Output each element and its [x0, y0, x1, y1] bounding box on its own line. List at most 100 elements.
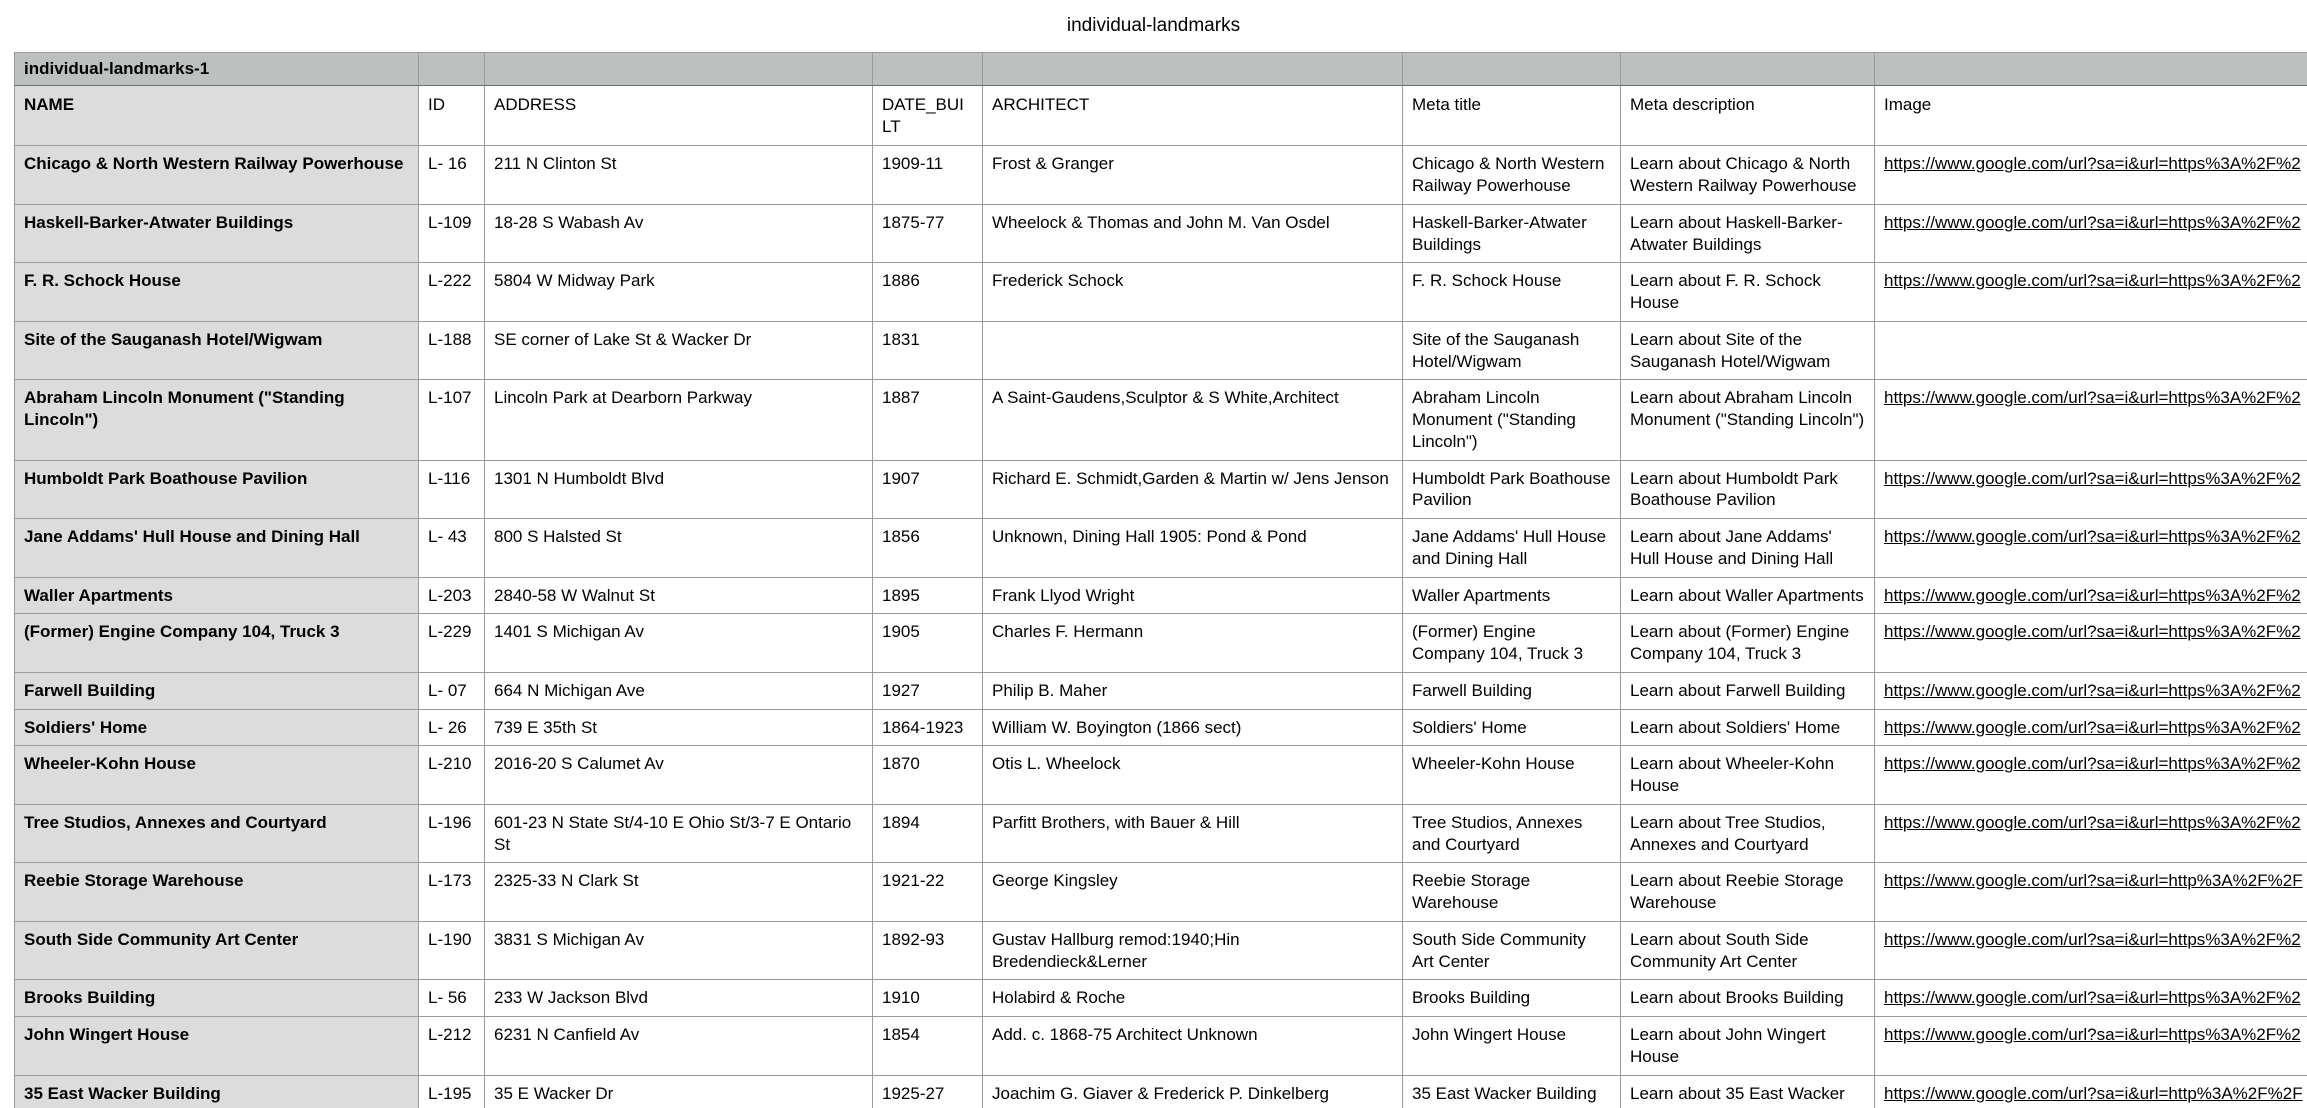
- cell-address[interactable]: 211 N Clinton St: [484, 145, 873, 205]
- cell-architect[interactable]: George Kingsley: [982, 862, 1403, 922]
- cell-architect[interactable]: Philip B. Maher: [982, 671, 1403, 710]
- cell-date-built[interactable]: 1910: [872, 979, 983, 1017]
- cell-address[interactable]: Lincoln Park at Dearborn Parkway: [484, 379, 873, 461]
- cell-meta-title[interactable]: Waller Apartments: [1402, 576, 1621, 615]
- cell-name[interactable]: Jane Addams' Hull House and Dining Hall: [14, 518, 419, 578]
- cell-id[interactable]: L-195: [418, 1074, 485, 1108]
- cell-meta-title[interactable]: Jane Addams' Hull House and Dining Hall: [1402, 518, 1621, 578]
- cell-id[interactable]: L- 56: [418, 979, 485, 1017]
- image-url-link[interactable]: https://www.google.com/url?sa=i&url=http…: [1884, 1024, 2301, 1046]
- cell-date-built[interactable]: 1854: [872, 1016, 983, 1076]
- image-url-link[interactable]: https://www.google.com/url?sa=i&url=http…: [1884, 753, 2301, 775]
- cell-date-built[interactable]: 1892-93: [872, 920, 983, 981]
- cell-date-built[interactable]: 1921-22: [872, 862, 983, 922]
- cell-id[interactable]: L-203: [418, 576, 485, 615]
- column-header-address[interactable]: ADDRESS: [484, 84, 873, 147]
- cell-meta-description[interactable]: Learn about Tree Studios, Annexes and Co…: [1620, 803, 1875, 864]
- image-url-link[interactable]: https://www.google.com/url?sa=i&url=http…: [1884, 717, 2301, 739]
- cell-name[interactable]: Reebie Storage Warehouse: [14, 862, 419, 922]
- cell-name[interactable]: Soldiers' Home: [14, 708, 419, 747]
- image-url-link[interactable]: https://www.google.com/url?sa=i&url=http…: [1884, 526, 2301, 548]
- cell-id[interactable]: L-116: [418, 459, 485, 519]
- cell-id[interactable]: L-188: [418, 320, 485, 381]
- cell-name[interactable]: Wheeler-Kohn House: [14, 745, 419, 805]
- cell-meta-description[interactable]: Learn about Site of the Sauganash Hotel/…: [1620, 320, 1875, 381]
- cell-name[interactable]: 35 East Wacker Building: [14, 1074, 419, 1108]
- cell-meta-title[interactable]: Abraham Lincoln Monument ("Standing Linc…: [1402, 379, 1621, 461]
- image-url-link[interactable]: https://www.google.com/url?sa=i&url=http…: [1884, 929, 2301, 951]
- cell-meta-title[interactable]: (Former) Engine Company 104, Truck 3: [1402, 613, 1621, 673]
- cell-meta-description[interactable]: Learn about Farwell Building: [1620, 671, 1875, 710]
- cell-name[interactable]: Haskell-Barker-Atwater Buildings: [14, 203, 419, 264]
- cell-date-built[interactable]: 1887: [872, 379, 983, 461]
- cell-architect[interactable]: Parfitt Brothers, with Bauer & Hill: [982, 803, 1403, 864]
- cell-id[interactable]: L- 26: [418, 708, 485, 747]
- cell-architect[interactable]: Richard E. Schmidt,Garden & Martin w/ Je…: [982, 459, 1403, 519]
- cell-address[interactable]: 18-28 S Wabash Av: [484, 203, 873, 264]
- cell-id[interactable]: L-109: [418, 203, 485, 264]
- cell-name[interactable]: F. R. Schock House: [14, 262, 419, 322]
- cell-image-url[interactable]: https://www.google.com/url?sa=i&url=http…: [1874, 518, 2307, 578]
- cell-date-built[interactable]: 1831: [872, 320, 983, 381]
- image-url-link[interactable]: https://www.google.com/url?sa=i&url=http…: [1884, 1083, 2303, 1105]
- cell-date-built[interactable]: 1870: [872, 745, 983, 805]
- cell-id[interactable]: L-107: [418, 379, 485, 461]
- cell-id[interactable]: L-212: [418, 1016, 485, 1076]
- column-header-date-built[interactable]: DATE_BUILT: [872, 84, 983, 147]
- cell-address[interactable]: 1401 S Michigan Av: [484, 613, 873, 673]
- image-url-link[interactable]: https://www.google.com/url?sa=i&url=http…: [1884, 212, 2301, 234]
- cell-id[interactable]: L-173: [418, 862, 485, 922]
- cell-meta-title[interactable]: Chicago & North Western Railway Powerhou…: [1402, 145, 1621, 205]
- cell-name[interactable]: South Side Community Art Center: [14, 920, 419, 981]
- image-url-link[interactable]: https://www.google.com/url?sa=i&url=http…: [1884, 680, 2301, 702]
- cell-date-built[interactable]: 1856: [872, 518, 983, 578]
- cell-meta-title[interactable]: South Side Community Art Center: [1402, 920, 1621, 981]
- cell-architect[interactable]: Holabird & Roche: [982, 979, 1403, 1017]
- column-header-meta-title[interactable]: Meta title: [1402, 84, 1621, 147]
- cell-meta-title[interactable]: 35 East Wacker Building: [1402, 1074, 1621, 1108]
- cell-meta-description[interactable]: Learn about Brooks Building: [1620, 979, 1875, 1017]
- cell-image-url[interactable]: https://www.google.com/url?sa=i&url=http…: [1874, 803, 2307, 864]
- cell-meta-description[interactable]: Learn about F. R. Schock House: [1620, 262, 1875, 322]
- cell-date-built[interactable]: 1895: [872, 576, 983, 615]
- cell-image-url[interactable]: https://www.google.com/url?sa=i&url=http…: [1874, 745, 2307, 805]
- cell-architect[interactable]: Wheelock & Thomas and John M. Van Osdel: [982, 203, 1403, 264]
- cell-meta-title[interactable]: Farwell Building: [1402, 671, 1621, 710]
- cell-id[interactable]: L- 16: [418, 145, 485, 205]
- cell-id[interactable]: L-190: [418, 920, 485, 981]
- cell-address[interactable]: 2840-58 W Walnut St: [484, 576, 873, 615]
- cell-image-url[interactable]: https://www.google.com/url?sa=i&url=http…: [1874, 379, 2307, 461]
- image-url-link[interactable]: https://www.google.com/url?sa=i&url=http…: [1884, 270, 2301, 292]
- cell-image-url[interactable]: https://www.google.com/url?sa=i&url=http…: [1874, 671, 2307, 710]
- cell-architect[interactable]: Gustav Hallburg remod:1940;Hin Bredendie…: [982, 920, 1403, 981]
- cell-id[interactable]: L- 43: [418, 518, 485, 578]
- cell-id[interactable]: L- 07: [418, 671, 485, 710]
- cell-meta-description[interactable]: Learn about Waller Apartments: [1620, 576, 1875, 615]
- image-url-link[interactable]: https://www.google.com/url?sa=i&url=http…: [1884, 987, 2301, 1009]
- cell-meta-description[interactable]: Learn about Reebie Storage Warehouse: [1620, 862, 1875, 922]
- cell-image-url[interactable]: https://www.google.com/url?sa=i&url=http…: [1874, 708, 2307, 747]
- cell-name[interactable]: Brooks Building: [14, 979, 419, 1017]
- column-header-architect[interactable]: ARCHITECT: [982, 84, 1403, 147]
- cell-meta-description[interactable]: Learn about Chicago & North Western Rail…: [1620, 145, 1875, 205]
- cell-architect[interactable]: William W. Boyington (1866 sect): [982, 708, 1403, 747]
- cell-meta-description[interactable]: Learn about Abraham Lincoln Monument ("S…: [1620, 379, 1875, 461]
- cell-architect[interactable]: Frank Llyod Wright: [982, 576, 1403, 615]
- cell-name[interactable]: Tree Studios, Annexes and Courtyard: [14, 803, 419, 864]
- image-url-link[interactable]: https://www.google.com/url?sa=i&url=http…: [1884, 621, 2301, 643]
- cell-date-built[interactable]: 1886: [872, 262, 983, 322]
- cell-name[interactable]: Chicago & North Western Railway Powerhou…: [14, 145, 419, 205]
- cell-address[interactable]: 739 E 35th St: [484, 708, 873, 747]
- cell-meta-description[interactable]: Learn about Wheeler-Kohn House: [1620, 745, 1875, 805]
- cell-address[interactable]: SE corner of Lake St & Wacker Dr: [484, 320, 873, 381]
- cell-architect[interactable]: Otis L. Wheelock: [982, 745, 1403, 805]
- cell-address[interactable]: 5804 W Midway Park: [484, 262, 873, 322]
- cell-architect[interactable]: Frederick Schock: [982, 262, 1403, 322]
- cell-address[interactable]: 3831 S Michigan Av: [484, 920, 873, 981]
- cell-meta-description[interactable]: Learn about 35 East Wacker Building: [1620, 1074, 1875, 1108]
- cell-architect[interactable]: A Saint-Gaudens,Sculptor & S White,Archi…: [982, 379, 1403, 461]
- cell-id[interactable]: L-222: [418, 262, 485, 322]
- cell-image-url[interactable]: https://www.google.com/url?sa=i&url=http…: [1874, 1074, 2307, 1108]
- cell-meta-title[interactable]: Haskell-Barker-Atwater Buildings: [1402, 203, 1621, 264]
- cell-meta-description[interactable]: Learn about John Wingert House: [1620, 1016, 1875, 1076]
